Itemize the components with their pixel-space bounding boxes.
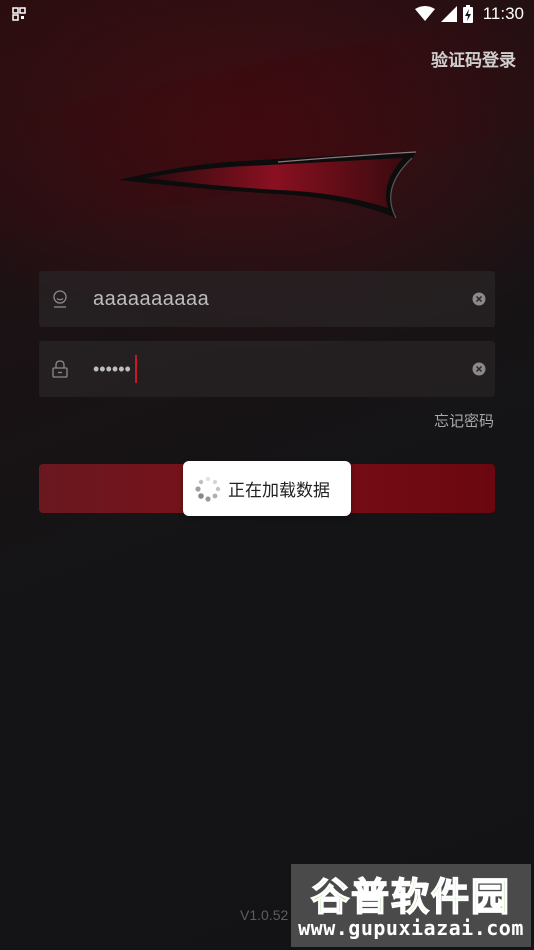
app-version: V1.0.52 [240,907,289,923]
watermark: 谷普软件园 www.gupuxiazai.com [291,864,531,947]
forgot-password-link[interactable]: 忘记密码 [434,410,494,431]
password-dots: •••••• [93,358,131,379]
clear-password-icon[interactable] [472,362,486,376]
username-input[interactable]: aaaaaaaaaa [93,288,209,311]
app-logo [118,151,417,219]
text-cursor [134,355,137,383]
loading-text: 正在加载数据 [228,481,330,501]
loading-spinner-icon [195,476,221,502]
wifi-icon [414,6,435,21]
status-bar: 11:30 [0,0,534,28]
password-field[interactable]: •••••• [39,341,495,397]
watermark-title: 谷普软件园 [310,874,511,920]
lock-icon [52,360,68,378]
user-icon [53,290,67,308]
username-field[interactable]: aaaaaaaaaa [39,271,495,327]
qr-icon [12,7,26,21]
sms-login-link[interactable]: 验证码登录 [431,46,516,71]
battery-icon [462,5,473,23]
watermark-url: www.gupuxiazai.com [298,916,524,940]
password-input[interactable]: •••••• [93,355,137,383]
status-time: 11:30 [482,4,524,23]
loading-toast: 正在加载数据 [183,461,351,516]
signal-icon [440,6,457,22]
clear-username-icon[interactable] [472,292,486,306]
